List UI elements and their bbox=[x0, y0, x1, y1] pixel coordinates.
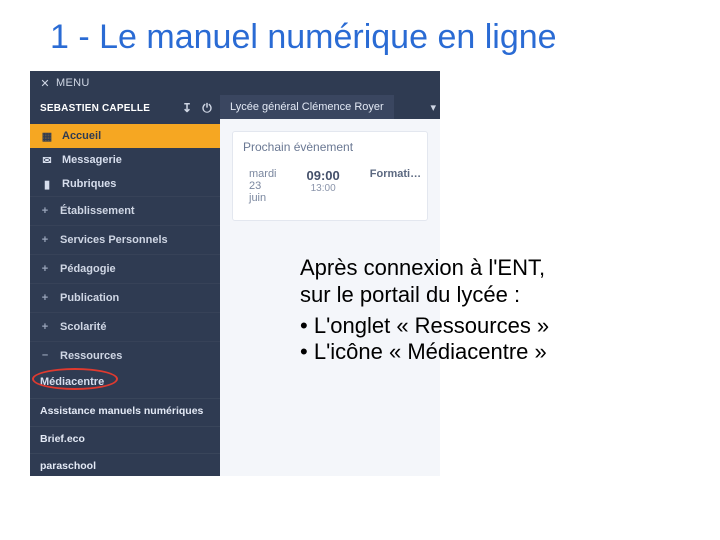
event-row: mardi 23 juin 09:00 13:00 Formati… bbox=[243, 164, 417, 204]
sidebar-section-scolarite[interactable]: + Scolarité bbox=[30, 312, 220, 341]
sidebar-section-etablissement[interactable]: + Établissement bbox=[30, 196, 220, 225]
bookmark-icon: ▮ bbox=[40, 177, 54, 191]
sidebar: SEBASTIEN CAPELLE ↧ ⏻ ▦ Accueil ✉ Messag… bbox=[30, 95, 220, 476]
plus-icon: + bbox=[40, 292, 50, 304]
sidebar-section-label: Publication bbox=[60, 292, 119, 304]
tab-bar: Lycée général Clémence Royer ▾ bbox=[220, 95, 440, 119]
event-time: 09:00 13:00 bbox=[307, 168, 340, 194]
event-panel: Prochain évènement mardi 23 juin 09:00 1… bbox=[232, 131, 428, 221]
tab-lycee[interactable]: Lycée général Clémence Royer bbox=[220, 95, 395, 119]
plus-icon: + bbox=[40, 321, 50, 333]
sidebar-sub-label: Médiacentre bbox=[40, 376, 104, 388]
instruction-bullet: L'onglet « Ressources » bbox=[300, 313, 695, 340]
sidebar-section-label: Ressources bbox=[60, 350, 122, 362]
user-name: SEBASTIEN CAPELLE bbox=[40, 103, 150, 114]
chevron-down-icon[interactable]: ▾ bbox=[430, 101, 436, 114]
tab-label: Lycée général Clémence Royer bbox=[230, 101, 384, 113]
event-time-end: 13:00 bbox=[307, 183, 340, 194]
plus-icon: + bbox=[40, 205, 50, 217]
power-icon[interactable]: ⏻ bbox=[202, 101, 212, 116]
grid-icon: ▦ bbox=[40, 129, 54, 143]
menu-header: ✕ MENU bbox=[30, 71, 440, 95]
mail-icon: ✉ bbox=[40, 153, 54, 167]
panel-title: Prochain évènement bbox=[243, 140, 417, 154]
sidebar-bottom-paraschool[interactable]: paraschool bbox=[30, 453, 220, 476]
menu-label: MENU bbox=[52, 77, 90, 89]
instruction-text: Après connexion à l'ENT, sur le portail … bbox=[300, 255, 695, 366]
sidebar-section-pedagogie[interactable]: + Pédagogie bbox=[30, 254, 220, 283]
sidebar-bottom-brief[interactable]: Brief.eco bbox=[30, 426, 220, 449]
event-label: Formati… bbox=[370, 168, 421, 180]
minus-icon: – bbox=[40, 349, 50, 361]
instruction-line: sur le portail du lycée : bbox=[300, 282, 695, 309]
instruction-line: Après connexion à l'ENT, bbox=[300, 255, 695, 282]
sidebar-bottom-assistance[interactable]: Assistance manuels numériques bbox=[30, 398, 220, 421]
logout-icon[interactable]: ↧ bbox=[182, 101, 192, 116]
event-time-start: 09:00 bbox=[307, 168, 340, 183]
event-date: mardi 23 juin bbox=[249, 168, 277, 204]
sidebar-section-ressources[interactable]: – Ressources bbox=[30, 341, 220, 370]
sidebar-section-label: Scolarité bbox=[60, 321, 106, 333]
sidebar-sub-mediacentre[interactable]: Médiacentre bbox=[30, 370, 220, 394]
sidebar-item-label: Rubriques bbox=[62, 178, 116, 190]
sidebar-item-label: Messagerie bbox=[62, 154, 122, 166]
plus-icon: + bbox=[40, 263, 50, 275]
sidebar-section-services[interactable]: + Services Personnels bbox=[30, 225, 220, 254]
sidebar-item-accueil[interactable]: ▦ Accueil bbox=[30, 124, 220, 148]
close-icon[interactable]: ✕ bbox=[38, 77, 52, 90]
user-row: SEBASTIEN CAPELLE ↧ ⏻ bbox=[30, 95, 220, 124]
sidebar-section-label: Établissement bbox=[60, 205, 135, 217]
plus-icon: + bbox=[40, 234, 50, 246]
sidebar-section-publication[interactable]: + Publication bbox=[30, 283, 220, 312]
sidebar-section-label: Pédagogie bbox=[60, 263, 116, 275]
sidebar-item-messagerie[interactable]: ✉ Messagerie bbox=[30, 148, 220, 172]
sidebar-item-rubriques[interactable]: ▮ Rubriques bbox=[30, 172, 220, 196]
slide-title: 1 - Le manuel numérique en ligne bbox=[0, 0, 720, 71]
sidebar-item-label: Accueil bbox=[62, 130, 101, 142]
instruction-bullet: L'icône « Médiacentre » bbox=[300, 339, 695, 366]
sidebar-section-label: Services Personnels bbox=[60, 234, 168, 246]
